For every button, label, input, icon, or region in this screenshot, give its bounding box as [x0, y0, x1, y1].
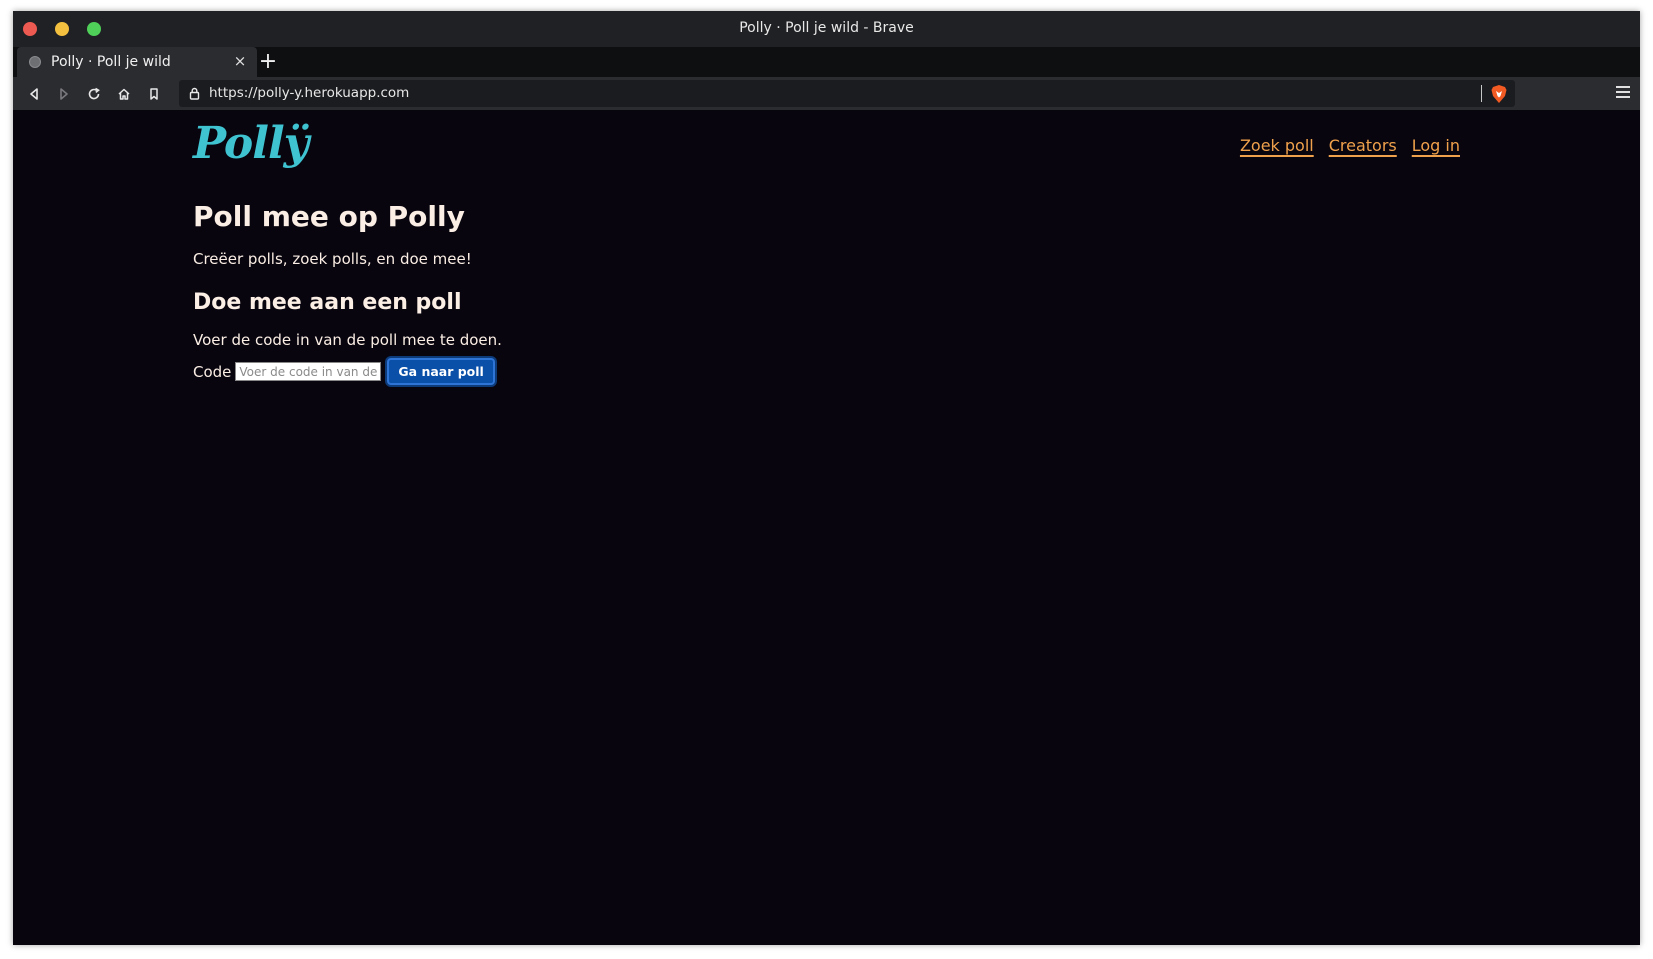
- code-label: Code: [193, 362, 232, 381]
- home-button[interactable]: [113, 83, 135, 105]
- title-bar: Polly · Poll je wild - Brave: [13, 11, 1640, 47]
- tab-strip: Polly · Poll je wild × +: [13, 47, 1640, 77]
- forward-icon: [60, 88, 68, 100]
- lock-icon: [189, 87, 200, 100]
- page-title: Poll mee op Polly: [193, 200, 465, 233]
- menu-icon[interactable]: [1616, 86, 1630, 100]
- bookmark-icon: [150, 88, 158, 100]
- new-tab-button[interactable]: +: [255, 49, 281, 75]
- back-button[interactable]: [23, 83, 45, 105]
- nav-link-log-in[interactable]: Log in: [1412, 136, 1460, 155]
- forward-button[interactable]: [53, 83, 75, 105]
- intro-text: Creëer polls, zoek polls, en doe mee!: [193, 250, 472, 268]
- window-title: Polly · Poll je wild - Brave: [739, 20, 914, 36]
- join-poll-form: Code Ga naar poll: [193, 358, 495, 385]
- brave-shields-icon[interactable]: [1490, 84, 1508, 104]
- code-input[interactable]: [235, 362, 382, 381]
- home-icon: [118, 88, 130, 100]
- navigation-bar: https://polly-y.herokuapp.com: [13, 77, 1640, 110]
- go-to-poll-button[interactable]: Ga naar poll: [387, 358, 495, 385]
- top-navigation: Zoek poll Creators Log in: [1240, 136, 1460, 155]
- polly-logo[interactable]: Pollÿ: [193, 118, 309, 169]
- browser-window: Polly · Poll je wild - Brave Polly · Pol…: [13, 11, 1640, 945]
- address-bar[interactable]: https://polly-y.herokuapp.com: [179, 80, 1515, 107]
- url-divider: [1481, 85, 1482, 102]
- url-text[interactable]: https://polly-y.herokuapp.com: [209, 85, 409, 101]
- join-instructions: Voer de code in van de poll mee te doen.: [193, 331, 502, 349]
- back-icon: [30, 88, 38, 100]
- bookmark-button[interactable]: [143, 83, 165, 105]
- nav-link-zoek-poll[interactable]: Zoek poll: [1240, 136, 1314, 155]
- page-content: Pollÿ Zoek poll Creators Log in Poll mee…: [13, 110, 1640, 945]
- tab-polly[interactable]: Polly · Poll je wild ×: [17, 47, 257, 77]
- tab-title: Polly · Poll je wild: [51, 54, 171, 70]
- nav-link-creators[interactable]: Creators: [1329, 136, 1397, 155]
- globe-icon: [29, 56, 41, 68]
- reload-icon: [88, 87, 100, 100]
- tab-close-icon[interactable]: ×: [231, 52, 249, 70]
- join-poll-heading: Doe mee aan een poll: [193, 290, 462, 315]
- reload-button[interactable]: [83, 83, 105, 105]
